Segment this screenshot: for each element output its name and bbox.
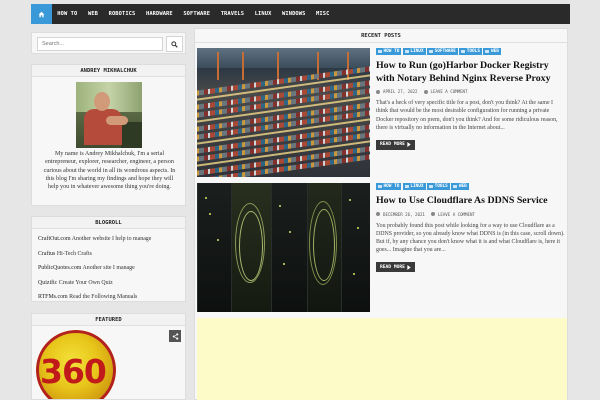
tag-how-to[interactable]: HOW TO xyxy=(376,48,402,55)
post-thumbnail[interactable] xyxy=(197,48,370,177)
leave-comment-link[interactable]: LEAVE A COMMENT xyxy=(438,212,475,217)
post-body: HOW TO LINUX SOFTWARE TOOLS WEB How to R… xyxy=(376,48,566,150)
nav-hardware[interactable]: HARDWARE xyxy=(141,4,178,24)
featured-title: FEATURED xyxy=(32,314,185,326)
folder-icon xyxy=(404,185,409,188)
leave-comment-link[interactable]: LEAVE A COMMENT xyxy=(431,89,468,94)
share-button[interactable] xyxy=(169,330,181,342)
nav-robotics[interactable]: ROBOTICS xyxy=(103,4,140,24)
nav-travels[interactable]: TRAVELS xyxy=(215,4,249,24)
search-icon xyxy=(171,40,178,48)
recent-posts-title: RECENT POSTS xyxy=(195,29,567,43)
author-widget: ANDREY MIKHALCHUK My name is Andrey Mikh… xyxy=(31,64,186,206)
blogroll-item: Craftus Hi-Tech Crafts xyxy=(38,247,179,262)
share-icon xyxy=(172,332,178,340)
featured-logo-text: 360 xyxy=(40,352,107,391)
post-thumbnail[interactable] xyxy=(197,183,370,312)
blogroll-link[interactable]: CraftOut.com xyxy=(38,236,71,242)
featured-widget: FEATURED 360 xyxy=(31,313,186,400)
nav-misc[interactable]: MISC xyxy=(311,4,335,24)
tag-how-to[interactable]: HOW TO xyxy=(376,183,402,190)
chevron-right-icon xyxy=(407,264,411,270)
blogroll-link[interactable]: PublicQuotes.com xyxy=(38,265,81,271)
home-icon xyxy=(38,11,45,17)
post-date: APRIL 27, 2022 xyxy=(383,89,418,94)
chevron-right-icon xyxy=(407,142,411,148)
read-more-button[interactable]: READ MORE xyxy=(376,262,415,273)
post-meta: APRIL 27, 2022 LEAVE A COMMENT xyxy=(376,88,566,95)
blogroll-link[interactable]: Craftus xyxy=(38,251,55,257)
blogroll-desc: Another website I help to manage xyxy=(70,236,152,242)
blogroll-link[interactable]: RTFMs.com xyxy=(38,294,68,300)
blogroll-desc: Another site I manage xyxy=(81,265,135,271)
tag-linux[interactable]: LINUX xyxy=(402,48,426,55)
post-title[interactable]: How to Run (go)Harbor Docker Registry wi… xyxy=(376,60,566,85)
author-bio: My name is Andrey Mikhalchuk, I'm a seri… xyxy=(43,151,176,191)
recent-posts-section: RECENT POSTS HOW TO LINUX SOFTWARE TOOLS… xyxy=(194,28,568,400)
blogroll-item: Quizific Create Your Own Quiz xyxy=(38,276,179,291)
post-date: DECEMBER 26, 2021 xyxy=(383,211,425,217)
comment-icon xyxy=(423,89,428,94)
clock-icon xyxy=(376,212,380,216)
folder-icon xyxy=(429,50,434,53)
tag-tools[interactable]: TOOLS xyxy=(427,183,450,190)
folder-icon xyxy=(404,50,409,53)
blogroll-item: RTFMs.com Read the Following Manuals xyxy=(38,290,179,305)
tag-web[interactable]: WEB xyxy=(451,183,469,190)
nav-linux[interactable]: LINUX xyxy=(249,4,276,24)
post-body: HOW TO LINUX TOOLS WEB How to Use Cloudf… xyxy=(376,183,566,273)
nav-windows[interactable]: WINDOWS xyxy=(277,4,311,24)
blogroll-widget: BLOGROLL CraftOut.com Another website I … xyxy=(31,216,186,302)
folder-icon xyxy=(453,185,458,188)
author-widget-title: ANDREY MIKHALCHUK xyxy=(32,65,185,77)
search-input[interactable] xyxy=(37,37,163,51)
blogroll-link[interactable]: Quizific xyxy=(38,280,57,286)
post-excerpt: You probably found this post while looki… xyxy=(376,222,565,254)
nav-software[interactable]: SOFTWARE xyxy=(178,4,215,24)
folder-icon xyxy=(485,50,490,53)
post-excerpt: That's a heck of very specific title for… xyxy=(376,100,558,131)
read-more-button[interactable]: READ MORE xyxy=(376,139,415,150)
post-tags: HOW TO LINUX TOOLS WEB xyxy=(376,183,566,191)
blogroll-desc: Read the Following Manuals xyxy=(67,294,138,300)
blogroll-desc: Hi-Tech Crafts xyxy=(55,250,92,257)
post-title[interactable]: How to Use Cloudflare As DDNS Service xyxy=(376,195,566,208)
post-meta: DECEMBER 26, 2021 LEAVE A COMMENT xyxy=(376,211,566,218)
blogroll-list: CraftOut.com Another website I help to m… xyxy=(32,229,185,308)
blogroll-item: CraftOut.com Another website I help to m… xyxy=(38,232,179,247)
folder-icon xyxy=(429,185,434,188)
blogroll-item: PublicQuotes.com Another site I manage xyxy=(38,261,179,276)
folder-icon xyxy=(378,50,382,53)
clock-icon xyxy=(376,89,380,94)
nav-home[interactable] xyxy=(31,4,52,24)
blogroll-title: BLOGROLL xyxy=(32,217,185,229)
search-button[interactable] xyxy=(166,36,183,52)
ad-placeholder xyxy=(197,318,567,400)
post-tags: HOW TO LINUX SOFTWARE TOOLS WEB xyxy=(376,48,566,56)
blogroll-desc: Create Your Own Quiz xyxy=(57,279,113,286)
folder-icon xyxy=(378,185,382,188)
tag-tools[interactable]: TOOLS xyxy=(459,48,482,55)
search-widget xyxy=(31,32,186,54)
featured-logo-image[interactable]: 360 xyxy=(36,330,116,399)
tag-linux[interactable]: LINUX xyxy=(402,183,426,190)
tag-software[interactable]: SOFTWARE xyxy=(427,48,458,55)
comment-icon xyxy=(430,212,435,216)
main-navigation: HOW TO WEB ROBOTICS HARDWARE SOFTWARE TR… xyxy=(31,4,570,24)
folder-icon xyxy=(461,50,466,53)
nav-how-to[interactable]: HOW TO xyxy=(52,4,83,24)
nav-web[interactable]: WEB xyxy=(83,4,104,24)
tag-web[interactable]: WEB xyxy=(483,48,501,55)
author-photo xyxy=(76,82,142,148)
